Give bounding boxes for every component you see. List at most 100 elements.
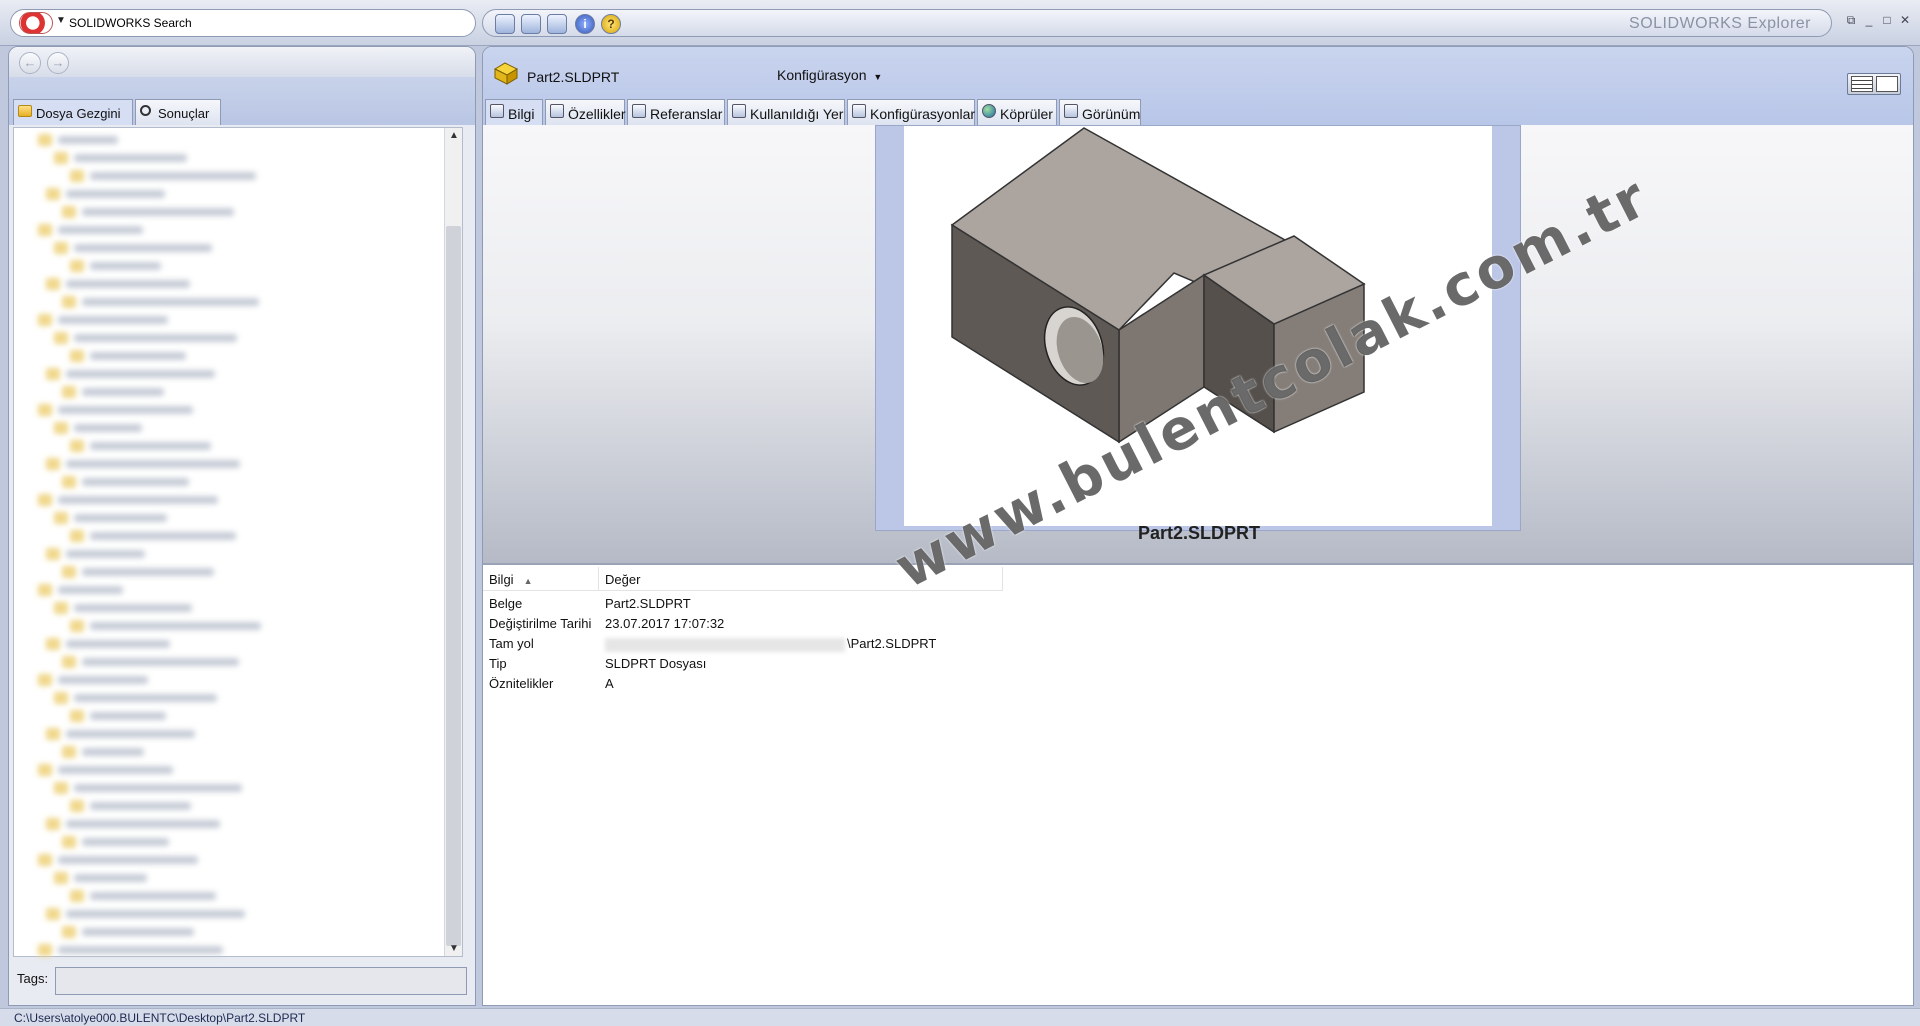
details-view-icon[interactable] — [1851, 76, 1873, 92]
tab-configurations[interactable]: Konfigürasyonlar — [847, 99, 975, 125]
tree-item-label — [90, 622, 261, 630]
column-header-value[interactable]: Değer — [599, 567, 1003, 591]
table-row[interactable]: Belge Part2.SLDPRT — [483, 593, 1003, 613]
status-path: C:\Users\atolye000.BULENTC\Desktop\Part2… — [14, 1011, 306, 1025]
table-row[interactable]: Değiştirilme Tarihi 23.07.2017 17:07:32 — [483, 613, 1003, 633]
tree-folder-icon — [70, 350, 84, 362]
tree-folder-icon — [62, 206, 76, 218]
table-row[interactable]: Tam yol \Part2.SLDPRT — [483, 633, 1003, 653]
list-icon[interactable] — [547, 14, 567, 34]
tab-info-label: Bilgi — [508, 106, 535, 122]
tab-appearance[interactable]: Görünüm — [1059, 99, 1141, 125]
app-title: SOLIDWORKS Explorer — [1629, 15, 1811, 32]
help-icon[interactable]: ? — [601, 14, 621, 34]
tree-folder-icon — [62, 746, 76, 758]
where-used-icon — [732, 104, 746, 118]
tree-folder-icon — [46, 818, 60, 830]
tree-scrollbar[interactable]: ▲ ▼ — [444, 128, 462, 956]
tree-item-label — [66, 460, 240, 468]
tree-folder-icon — [46, 458, 60, 470]
tree-item-label — [82, 748, 144, 756]
tree-folder-icon — [54, 242, 68, 254]
tab-properties[interactable]: Özellikler — [545, 99, 626, 125]
tree-item-label — [58, 676, 148, 684]
tab-results[interactable]: Sonuçlar — [135, 99, 221, 125]
left-tabs: Dosya Gezgini Sonuçlar — [9, 77, 475, 125]
tab-file-explorer-label: Dosya Gezgini — [36, 106, 121, 121]
preview-view-icon[interactable] — [1876, 76, 1898, 92]
redacted-path — [605, 637, 845, 652]
tree-item-label — [66, 640, 170, 648]
tree-item-label — [74, 244, 212, 252]
search-box[interactable]: ▼ SOLIDWORKS Search — [10, 9, 476, 37]
copy-icon[interactable] — [521, 14, 541, 34]
close-icon[interactable]: ✕ — [1898, 13, 1912, 27]
solidworks-logo-icon[interactable] — [19, 12, 53, 34]
navigation-row: ← → — [9, 47, 475, 77]
tab-hyperlinks-label: Köprüler — [1000, 106, 1053, 122]
tree-folder-icon — [54, 152, 68, 164]
properties-table: Bilgi ▲ Değer Belge Part2.SLDPRT Değiştir… — [483, 567, 1913, 1005]
tree-item-label — [82, 838, 169, 846]
tab-file-explorer[interactable]: Dosya Gezgini — [13, 99, 133, 125]
tree-item-label — [66, 730, 195, 738]
tree-item-label — [82, 658, 239, 666]
tree-item-label — [58, 496, 218, 504]
tree-folder-icon — [38, 764, 52, 776]
tree-folder-icon — [62, 926, 76, 938]
scroll-thumb[interactable] — [446, 226, 461, 946]
refresh-icon[interactable] — [495, 14, 515, 34]
tree-item-label — [90, 802, 191, 810]
scroll-down-icon[interactable]: ▼ — [448, 943, 460, 954]
column-header-info[interactable]: Bilgi ▲ — [483, 567, 599, 591]
tab-where-used[interactable]: Kullanıldığı Yer — [727, 99, 845, 125]
tree-item-label — [66, 190, 165, 198]
tree-folder-icon — [38, 494, 52, 506]
search-dropdown-icon[interactable]: ▼ — [56, 15, 66, 26]
tree-folder-icon — [70, 260, 84, 272]
tab-info[interactable]: Bilgi — [485, 99, 543, 125]
forward-button[interactable]: → — [47, 52, 69, 74]
preview-frame — [875, 125, 1521, 531]
tree-item-label — [74, 154, 187, 162]
file-tree[interactable]: ▲ ▼ — [13, 127, 463, 957]
status-bar: C:\Users\atolye000.BULENTC\Desktop\Part2… — [0, 1008, 1920, 1026]
tags-input[interactable] — [55, 967, 467, 995]
table-row[interactable]: Tip SLDPRT Dosyası — [483, 653, 1003, 673]
tab-hyperlinks[interactable]: Köprüler — [977, 99, 1057, 125]
info-doc-icon — [490, 104, 504, 118]
info-icon[interactable]: i — [575, 14, 595, 34]
top-bar: ▼ SOLIDWORKS Search i ? SOLIDWORKS Explo… — [0, 0, 1920, 46]
toolbar: i ? SOLIDWORKS Explorer — [482, 9, 1832, 37]
configuration-dropdown[interactable]: Konfigürasyon ▼ — [777, 67, 882, 83]
table-row[interactable]: Öznitelikler A — [483, 673, 1003, 693]
search-icon — [140, 105, 151, 116]
tree-item-label — [90, 892, 216, 900]
scroll-up-icon[interactable]: ▲ — [448, 130, 460, 141]
search-label[interactable]: SOLIDWORKS Search — [69, 16, 192, 30]
tree-item-label — [66, 550, 145, 558]
part-3d-model-image — [950, 127, 1366, 444]
tags-label: Tags: — [17, 971, 49, 986]
tree-folder-icon — [70, 890, 84, 902]
tab-properties-label: Özellikler — [568, 106, 626, 122]
tree-item-label — [58, 226, 143, 234]
view-mode-switch[interactable] — [1847, 73, 1901, 95]
tree-item-label — [90, 172, 256, 180]
tree-item-label — [82, 388, 164, 396]
minimize-icon[interactable]: _ — [1862, 13, 1876, 27]
back-button[interactable]: ← — [19, 52, 41, 74]
tree-item-label — [74, 784, 242, 792]
tree-item-label — [90, 712, 166, 720]
maximize-icon[interactable]: □ — [1880, 13, 1894, 27]
tree-item-label — [66, 280, 190, 288]
restore-small-icon[interactable]: ⧉ — [1844, 13, 1858, 27]
preview-area: Part2.SLDPRT — [483, 125, 1913, 565]
tree-folder-icon — [62, 476, 76, 488]
tree-item-label — [66, 910, 245, 918]
tab-references[interactable]: Referanslar — [627, 99, 725, 125]
tree-folder-icon — [38, 944, 52, 956]
tree-folder-icon — [70, 710, 84, 722]
tree-folder-icon — [70, 440, 84, 452]
tree-folder-icon — [54, 692, 68, 704]
